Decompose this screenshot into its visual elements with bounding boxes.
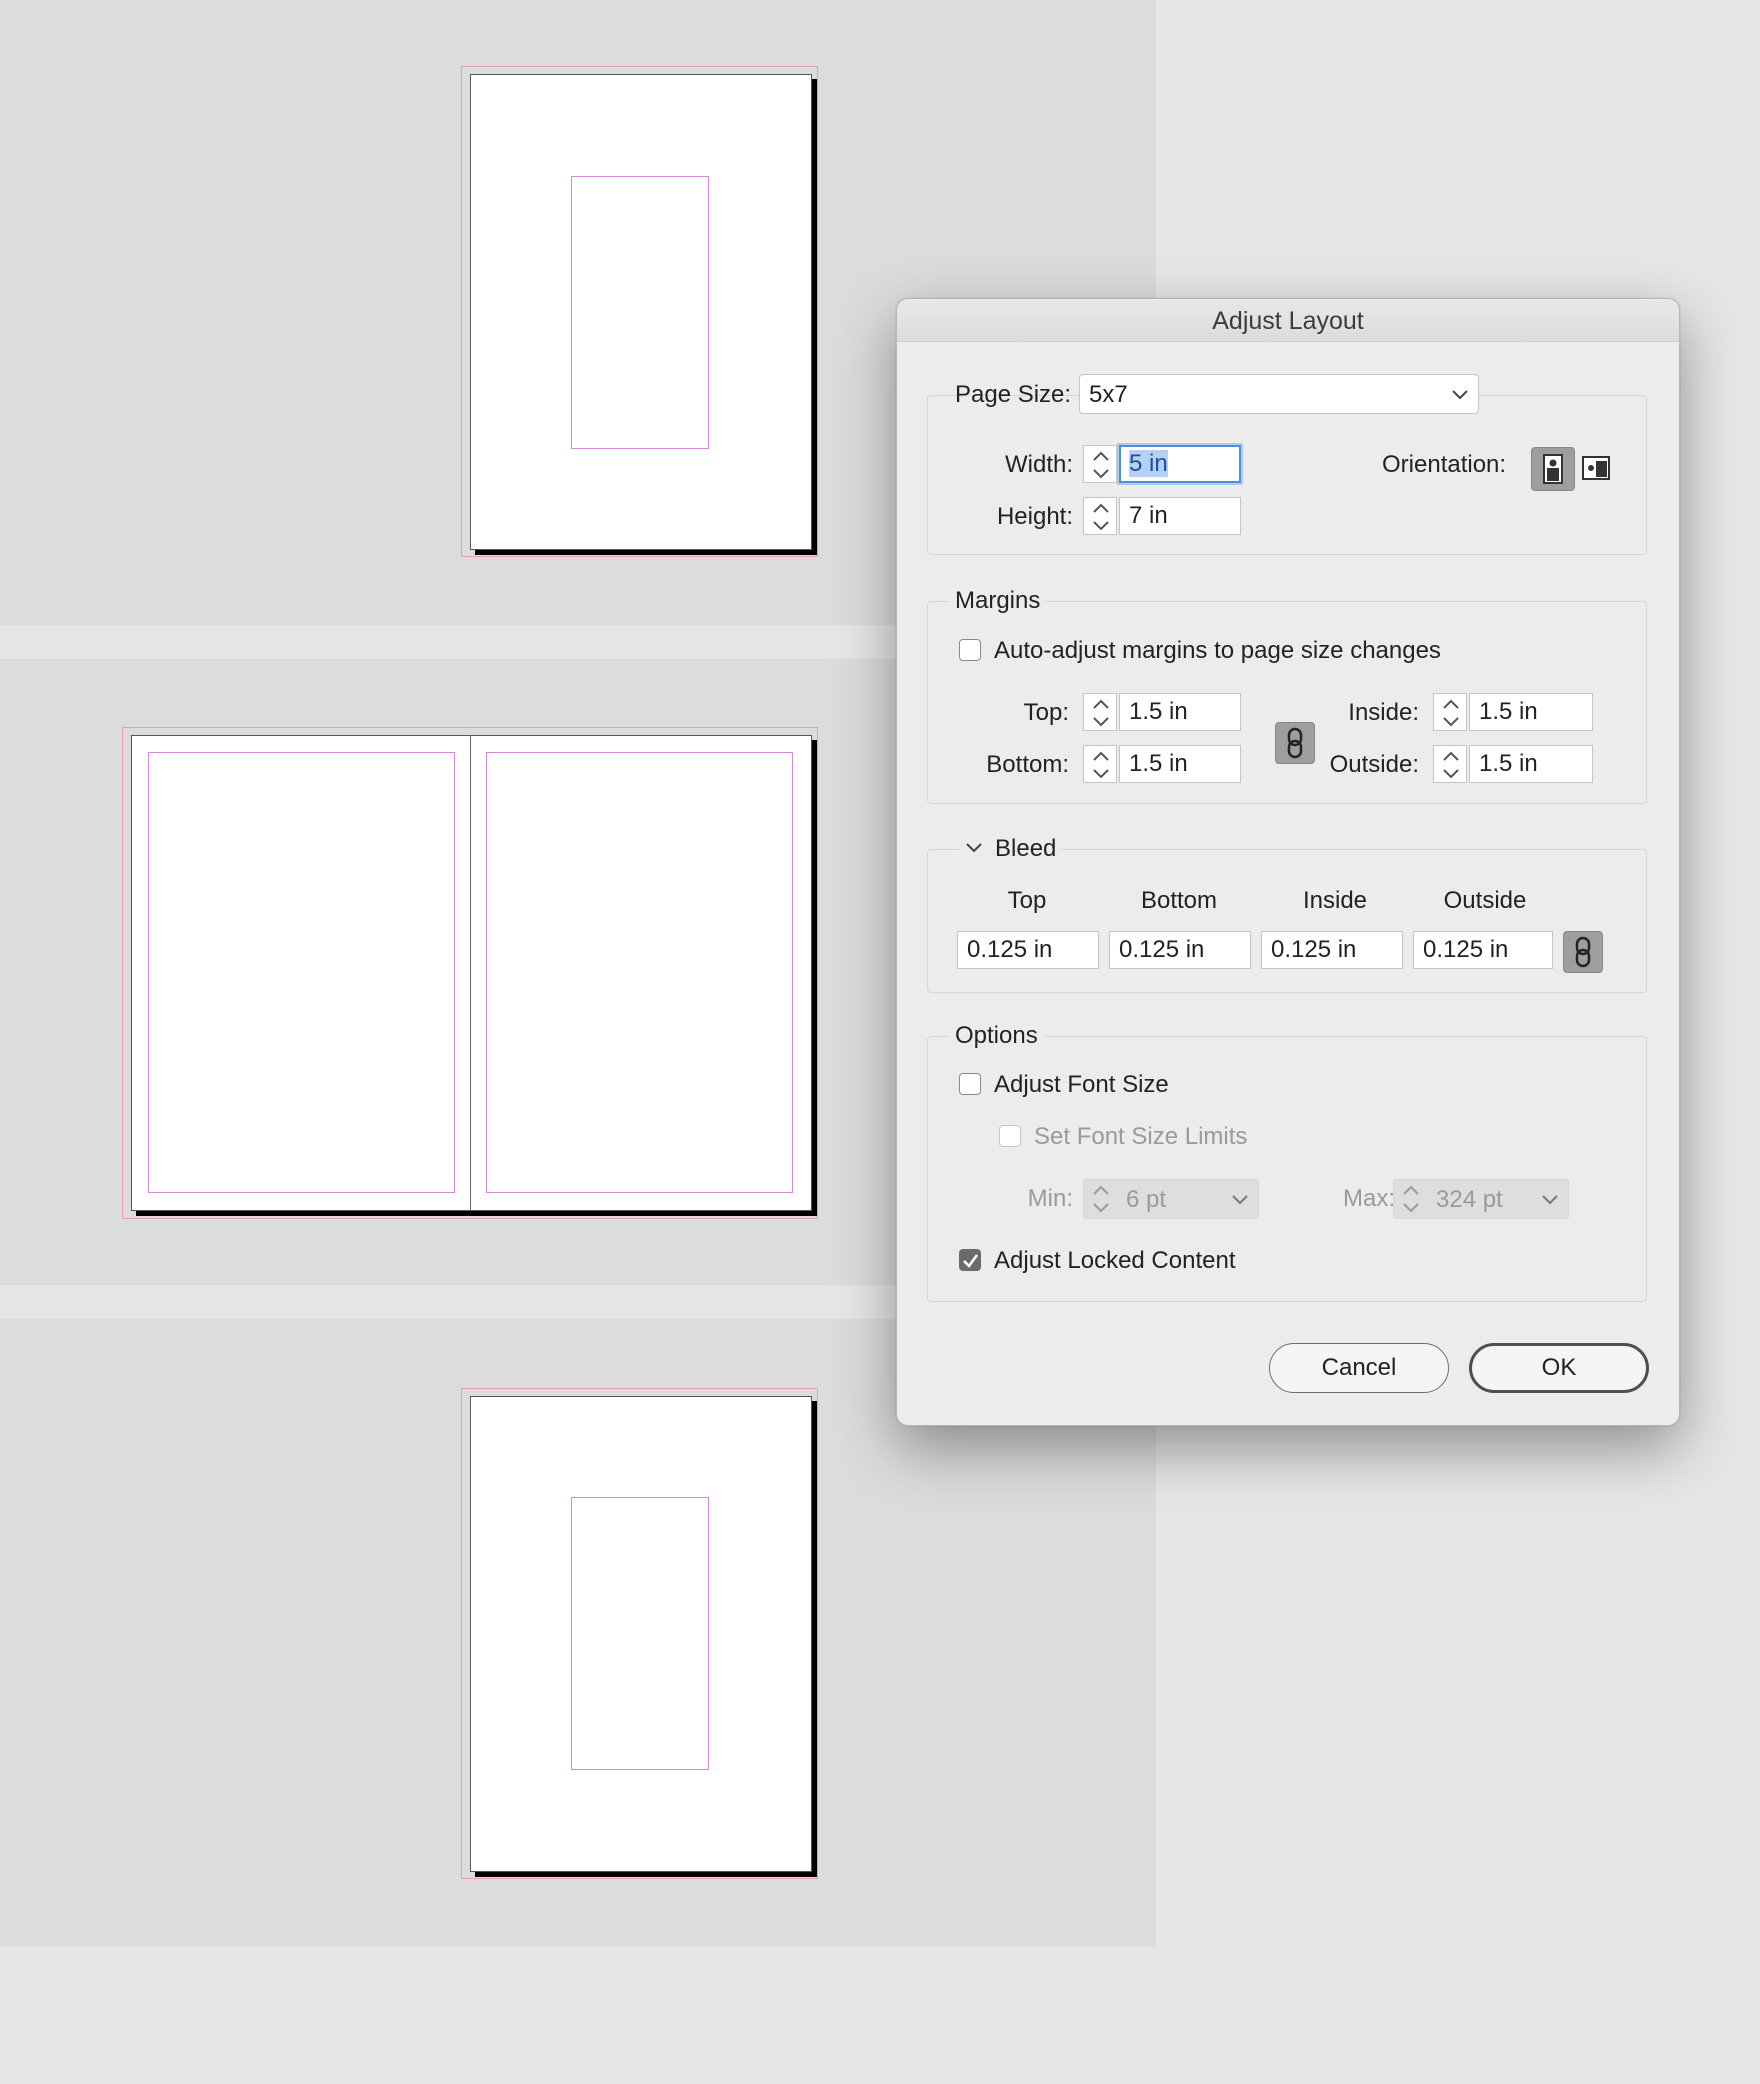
bleed-legend[interactable]: Bleed xyxy=(959,835,1063,863)
bleed-legend-label: Bleed xyxy=(995,835,1057,862)
bleed-outside-input[interactable]: 0.125 in xyxy=(1413,931,1553,969)
bleed-group xyxy=(927,849,1647,993)
cancel-button[interactable]: Cancel xyxy=(1269,1343,1449,1393)
adjust-layout-dialog: Adjust Layout Page Size: 5x7 Width: 5 in… xyxy=(896,298,1680,1426)
bleed-bottom-input[interactable]: 0.125 in xyxy=(1109,931,1251,969)
chevron-down-icon xyxy=(1232,1195,1248,1205)
bleed-link-button[interactable] xyxy=(1563,931,1603,973)
page-size-label: Page Size: xyxy=(955,381,1072,408)
margin-inside-stepper[interactable] xyxy=(1433,693,1467,731)
auto-adjust-margins-label: Auto-adjust margins to page size changes xyxy=(994,637,1441,664)
adjust-font-size-checkbox[interactable] xyxy=(959,1073,981,1095)
set-font-size-limits-label: Set Font Size Limits xyxy=(1034,1123,1248,1150)
orientation-label: Orientation: xyxy=(1382,451,1507,478)
width-input[interactable]: 5 in xyxy=(1119,445,1241,483)
page-3-margin-guide xyxy=(486,752,793,1193)
bleed-inside-header: Inside xyxy=(1302,887,1368,914)
margin-inside-input[interactable]: 1.5 in xyxy=(1469,693,1593,731)
margin-bottom-label: Bottom: xyxy=(986,751,1069,778)
width-label: Width: xyxy=(1004,451,1073,478)
font-max-value: 324 pt xyxy=(1436,1186,1503,1213)
font-min-label: Min: xyxy=(1027,1185,1073,1212)
margin-bottom-stepper[interactable] xyxy=(1083,745,1117,783)
auto-adjust-margins-checkbox[interactable] xyxy=(959,639,981,661)
margin-top-label: Top: xyxy=(1023,699,1069,726)
adjust-locked-content-checkbox[interactable] xyxy=(959,1249,981,1271)
margin-inside-label: Inside: xyxy=(1348,699,1419,726)
bleed-bottom-header: Bottom xyxy=(1140,887,1218,914)
height-label: Height: xyxy=(996,503,1073,530)
bleed-inside-input[interactable]: 0.125 in xyxy=(1261,931,1403,969)
spread-spine xyxy=(470,735,471,1211)
chevron-down-icon xyxy=(1452,390,1468,400)
page-2-margin-guide xyxy=(148,752,455,1193)
font-min-combo[interactable]: 6 pt xyxy=(1083,1179,1259,1219)
options-legend: Options xyxy=(949,1022,1044,1050)
dialog-titlebar[interactable]: Adjust Layout xyxy=(897,299,1679,342)
adjust-locked-content-label: Adjust Locked Content xyxy=(994,1247,1236,1274)
width-value: 5 in xyxy=(1129,450,1168,477)
chain-link-icon xyxy=(1575,936,1591,968)
checkmark-icon xyxy=(963,1254,979,1268)
bleed-top-input[interactable]: 0.125 in xyxy=(957,931,1099,969)
page-4-margin-guide xyxy=(571,1497,709,1770)
font-min-value: 6 pt xyxy=(1126,1186,1167,1213)
adjust-font-size-label: Adjust Font Size xyxy=(994,1071,1169,1098)
height-input[interactable]: 7 in xyxy=(1119,497,1241,535)
margins-legend: Margins xyxy=(949,587,1047,615)
landscape-orientation-button[interactable] xyxy=(1579,451,1613,485)
bleed-top-header: Top xyxy=(1007,887,1047,914)
chevron-down-icon xyxy=(966,843,982,853)
height-stepper[interactable] xyxy=(1083,497,1117,535)
portrait-icon xyxy=(1543,454,1563,484)
portrait-orientation-button[interactable] xyxy=(1531,447,1575,491)
page-size-value: 5x7 xyxy=(1089,381,1128,408)
width-stepper[interactable] xyxy=(1083,445,1117,483)
ok-button[interactable]: OK xyxy=(1469,1343,1649,1393)
margin-outside-stepper[interactable] xyxy=(1433,745,1467,783)
stepper-arrows-icon xyxy=(1093,1185,1109,1213)
font-max-label: Max: xyxy=(1342,1185,1395,1212)
landscape-icon xyxy=(1582,456,1610,480)
margin-outside-input[interactable]: 1.5 in xyxy=(1469,745,1593,783)
set-font-size-limits-checkbox[interactable] xyxy=(999,1125,1021,1147)
chevron-down-icon xyxy=(1542,1195,1558,1205)
stepper-arrows-icon xyxy=(1403,1185,1419,1213)
dialog-title: Adjust Layout xyxy=(1212,307,1364,335)
margin-top-stepper[interactable] xyxy=(1083,693,1117,731)
page-1-margin-guide xyxy=(571,176,709,449)
font-max-combo[interactable]: 324 pt xyxy=(1393,1179,1569,1219)
bleed-outside-header: Outside xyxy=(1443,887,1527,914)
page-size-dropdown[interactable]: 5x7 xyxy=(1079,374,1479,414)
margin-bottom-input[interactable]: 1.5 in xyxy=(1119,745,1241,783)
margin-top-input[interactable]: 1.5 in xyxy=(1119,693,1241,731)
margin-outside-label: Outside: xyxy=(1329,751,1419,778)
